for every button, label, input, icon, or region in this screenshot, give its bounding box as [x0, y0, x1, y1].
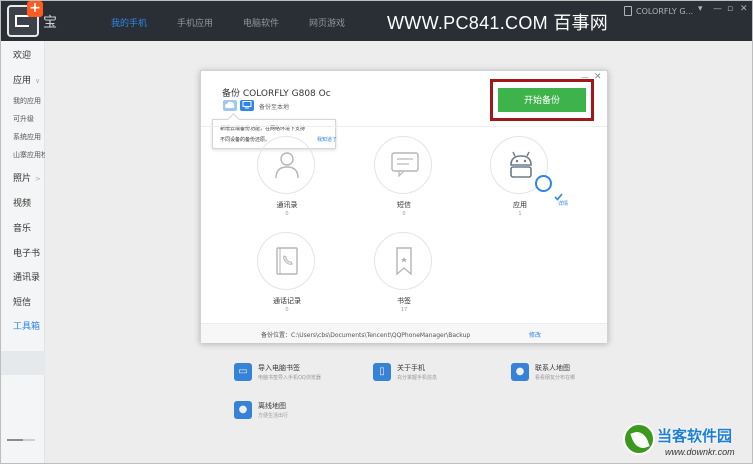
- contact-icon: [257, 136, 315, 194]
- tab-web-games[interactable]: 网页游戏: [309, 16, 345, 29]
- close-icon[interactable]: ✕: [594, 72, 602, 82]
- divider: [201, 126, 607, 127]
- menu-icon[interactable]: ▾: [698, 4, 703, 14]
- site-watermark: 当客软件园 www.downkr.com: [623, 423, 751, 463]
- app-name: 宝: [43, 15, 57, 31]
- sidebar-item-system-apps[interactable]: 系统应用: [13, 132, 41, 142]
- start-backup-button[interactable]: 开始备份: [498, 88, 586, 112]
- highlight-frame: 开始备份: [490, 79, 594, 121]
- sidebar-active-highlight: [1, 351, 45, 375]
- bookmark-icon: [374, 232, 432, 290]
- dialog-footer: 备份位置：C:\Users\cbs\Documents\Tencent\QQPh…: [201, 323, 607, 343]
- minimize-icon[interactable]: —: [713, 4, 722, 14]
- backup-path: 备份位置：C:\Users\cbs\Documents\Tencent\QQPh…: [261, 332, 471, 339]
- call-log-icon: [257, 232, 315, 290]
- apps-detail-link[interactable]: 详情: [558, 200, 568, 207]
- cloud-icon[interactable]: [223, 100, 237, 111]
- brand-url: www.downkr.com: [665, 447, 735, 457]
- title-bar: + 宝 我的手机 手机应用 电脑软件 网页游戏 WWW.PC841.COM 百事…: [1, 1, 752, 41]
- tab-phone-apps[interactable]: 手机应用: [177, 16, 213, 29]
- tab-pc-software[interactable]: 电脑软件: [243, 16, 279, 29]
- checked-icon[interactable]: [535, 175, 563, 201]
- maximize-icon[interactable]: ▫: [727, 4, 733, 14]
- dialog-title: 备份 COLORFLY G808 Oc: [222, 89, 331, 99]
- tab-my-phone[interactable]: 我的手机: [111, 16, 147, 29]
- backup-destination: 备份至本地: [259, 104, 290, 111]
- android-icon: [490, 136, 563, 201]
- computer-icon[interactable]: [240, 100, 254, 111]
- sms-icon: [374, 136, 432, 194]
- sidebar: 欢迎 应用 ∨ 我的应用 可升级 系统应用 山寨应用检测 照片 > 视频 音乐 电子…: [1, 41, 55, 463]
- app-window: + 宝 我的手机 手机应用 电脑软件 网页游戏 WWW.PC841.COM 百事…: [0, 0, 753, 464]
- edit-path-link[interactable]: 修改: [529, 330, 541, 339]
- chevron-right-icon: >: [35, 175, 41, 183]
- chevron-down-icon: ∨: [35, 77, 41, 85]
- close-icon[interactable]: ✕: [740, 4, 748, 14]
- device-name[interactable]: COLORFLY G...: [636, 7, 693, 16]
- backup-dialog: 备份 COLORFLY G808 Oc — ✕ 备份至本地 开始备份 新增云端备…: [200, 70, 608, 343]
- tooltip-dismiss-link[interactable]: 我知道了: [317, 136, 337, 143]
- sidebar-item-my-apps[interactable]: 我的应用: [13, 96, 41, 106]
- app-logo-icon: +: [7, 1, 43, 37]
- sidebar-slider[interactable]: [7, 439, 35, 441]
- brand-name: 当客软件园: [657, 427, 733, 445]
- watermark-text: WWW.PC841.COM 百事网: [387, 13, 609, 33]
- sidebar-item-upgradable[interactable]: 可升级: [13, 114, 34, 124]
- brand-logo-icon: [623, 423, 655, 455]
- phone-icon: [624, 6, 632, 16]
